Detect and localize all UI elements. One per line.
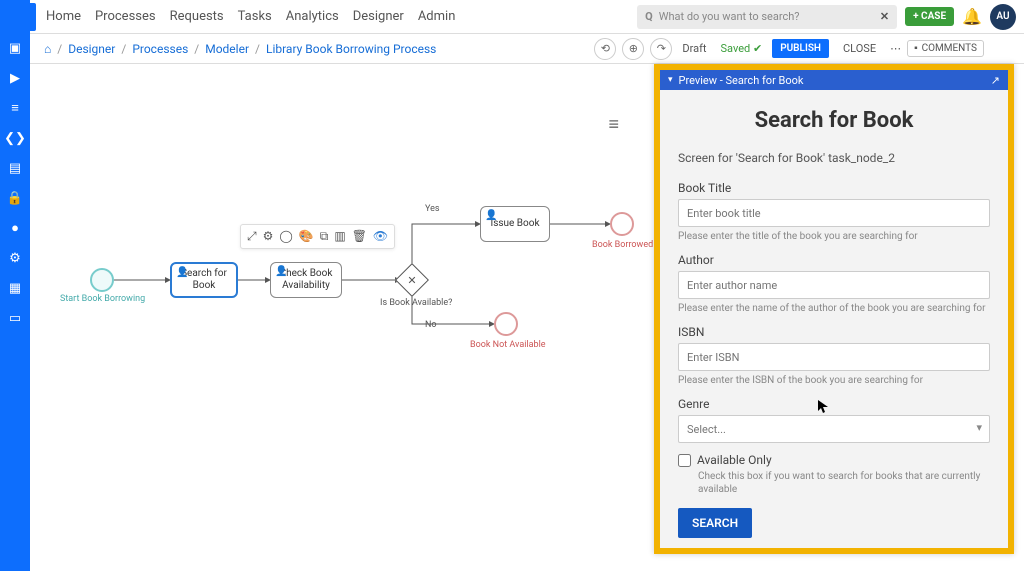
preview-body: Search for Book Screen for 'Search for B… bbox=[660, 90, 1008, 548]
end-borrowed-label: Book Borrowed bbox=[592, 240, 653, 250]
tool-wrench-icon[interactable]: ⤢ bbox=[247, 229, 257, 244]
yes-label: Yes bbox=[425, 204, 440, 214]
play-icon[interactable]: ▶ bbox=[7, 70, 23, 86]
available-only-label: Available Only bbox=[697, 453, 772, 467]
tool-palette-icon[interactable]: 🎨 bbox=[299, 229, 314, 244]
end-event-notavail[interactable] bbox=[494, 312, 518, 336]
bc-process-name: Library Book Borrowing Process bbox=[266, 42, 436, 56]
screen-icon[interactable]: ▭ bbox=[7, 310, 23, 326]
undo-button[interactable]: ⟲ bbox=[594, 38, 616, 60]
publish-button[interactable]: PUBLISH bbox=[772, 39, 829, 58]
isbn-input[interactable] bbox=[678, 343, 990, 371]
genre-label: Genre bbox=[678, 397, 990, 411]
status-saved: Saved ✔ bbox=[717, 42, 767, 55]
book-title-hint: Please enter the title of the book you a… bbox=[678, 230, 990, 243]
task-search-for-book[interactable]: 👤 Search for Book bbox=[170, 262, 238, 298]
start-event[interactable] bbox=[90, 268, 114, 292]
tag-icon[interactable]: ● bbox=[7, 220, 23, 236]
close-button[interactable]: CLOSE bbox=[835, 38, 884, 59]
nav-links: Home Processes Requests Tasks Analytics … bbox=[46, 9, 455, 24]
tool-trash-icon[interactable]: 🗑 bbox=[352, 229, 367, 244]
user-task-icon: 👤 bbox=[485, 210, 497, 222]
code-icon[interactable]: ❮❯ bbox=[7, 130, 23, 146]
end-notavail-label: Book Not Available bbox=[470, 340, 546, 350]
node-toolbar: ⤢ ⚙ ◯ 🎨 ⧉ ▥ 🗑 👁 bbox=[240, 224, 395, 249]
comments-button[interactable]: ▪ COMMENTS bbox=[907, 40, 984, 57]
tool-paste-icon[interactable]: ▥ bbox=[334, 229, 345, 244]
isbn-label: ISBN bbox=[678, 325, 990, 339]
nav-tasks[interactable]: Tasks bbox=[238, 9, 272, 24]
nav-designer[interactable]: Designer bbox=[353, 9, 404, 24]
nav-requests[interactable]: Requests bbox=[170, 9, 224, 24]
nav-admin[interactable]: Admin bbox=[418, 9, 456, 24]
user-avatar[interactable]: AU bbox=[990, 4, 1016, 30]
author-hint: Please enter the name of the author of t… bbox=[678, 302, 990, 315]
end-event-borrowed[interactable] bbox=[610, 212, 634, 236]
more-button[interactable]: ⋯ bbox=[890, 42, 901, 55]
redo-button[interactable]: ↷ bbox=[650, 38, 672, 60]
bell-icon[interactable]: 🔔 bbox=[962, 7, 982, 26]
global-search[interactable]: Q What do you want to search? ✕ bbox=[637, 5, 897, 29]
task-check-availability[interactable]: 👤 Check Book Availability bbox=[270, 262, 342, 298]
status-draft: Draft bbox=[678, 42, 710, 55]
clear-icon[interactable]: ✕ bbox=[880, 10, 889, 23]
gateway-label: Is Book Available? bbox=[380, 298, 452, 308]
genre-select[interactable]: Select... bbox=[678, 415, 990, 443]
bc-processes[interactable]: Processes bbox=[132, 42, 188, 56]
task-issue-book[interactable]: 👤 Issue Book bbox=[480, 206, 550, 242]
doc-icon[interactable]: ▤ bbox=[7, 160, 23, 176]
preview-title: Preview - Search for Book bbox=[679, 74, 804, 87]
preview-header: ▾ Preview - Search for Book ↗ bbox=[660, 70, 1008, 90]
tool-gear-icon[interactable]: ⚙ bbox=[263, 229, 274, 244]
preview-panel: ▾ Preview - Search for Book ↗ Search for… bbox=[654, 64, 1014, 554]
bc-modeler[interactable]: Modeler bbox=[205, 42, 249, 56]
nav-home[interactable]: Home bbox=[46, 9, 81, 24]
top-right: Q What do you want to search? ✕ + CASE 🔔… bbox=[637, 4, 1016, 30]
form-title: Search for Book bbox=[678, 108, 990, 133]
search-button[interactable]: SEARCH bbox=[678, 508, 752, 538]
book-title-label: Book Title bbox=[678, 181, 990, 195]
tool-copy-icon[interactable]: ⧉ bbox=[320, 229, 329, 244]
isbn-hint: Please enter the ISBN of the book you ar… bbox=[678, 374, 990, 387]
available-only-hint: Check this box if you want to search for… bbox=[698, 470, 990, 496]
available-only-checkbox[interactable] bbox=[678, 454, 691, 467]
user-task-icon: 👤 bbox=[275, 266, 287, 278]
tool-eye-icon[interactable]: 👁 bbox=[373, 229, 388, 244]
form-subtitle: Screen for 'Search for Book' task_node_2 bbox=[678, 151, 990, 165]
author-label: Author bbox=[678, 253, 990, 267]
tool-circle-icon[interactable]: ◯ bbox=[279, 229, 292, 244]
folder-icon[interactable]: ▣ bbox=[7, 40, 23, 56]
zoom-button[interactable]: ⊕ bbox=[622, 38, 644, 60]
search-placeholder: What do you want to search? bbox=[659, 10, 800, 23]
nav-analytics[interactable]: Analytics bbox=[286, 9, 339, 24]
table-icon[interactable]: ▦ bbox=[7, 280, 23, 296]
book-title-input[interactable] bbox=[678, 199, 990, 227]
no-label: No bbox=[425, 320, 437, 330]
left-rail: ▣ ▶ ≡ ❮❯ ▤ 🔒 ● ⚙ ▦ ▭ bbox=[0, 0, 30, 571]
search-icon: Q bbox=[645, 10, 653, 23]
gateway-book-available[interactable] bbox=[395, 263, 429, 297]
bar-icon[interactable]: ≡ bbox=[7, 100, 23, 116]
bc-actions: ⟲ ⊕ ↷ Draft Saved ✔ PUBLISH CLOSE ⋯ ▪ CO… bbox=[594, 38, 984, 60]
new-case-button[interactable]: + CASE bbox=[905, 7, 954, 26]
start-label: Start Book Borrowing bbox=[60, 294, 145, 304]
gear-icon[interactable]: ⚙ bbox=[7, 250, 23, 266]
top-nav: P Home Processes Requests Tasks Analytic… bbox=[0, 0, 1024, 34]
user-task-icon: 👤 bbox=[176, 267, 188, 279]
lock-icon[interactable]: 🔒 bbox=[7, 190, 23, 206]
external-icon[interactable]: ↗ bbox=[991, 74, 1000, 87]
breadcrumb-bar: ⌂ / Designer / Processes / Modeler / Lib… bbox=[0, 34, 1024, 64]
nav-processes[interactable]: Processes bbox=[95, 9, 156, 24]
author-input[interactable] bbox=[678, 271, 990, 299]
menu-icon[interactable]: ≡ bbox=[608, 114, 619, 135]
bc-designer[interactable]: Designer bbox=[68, 42, 115, 56]
collapse-icon[interactable]: ▾ bbox=[668, 75, 673, 85]
home-icon[interactable]: ⌂ bbox=[44, 42, 51, 56]
